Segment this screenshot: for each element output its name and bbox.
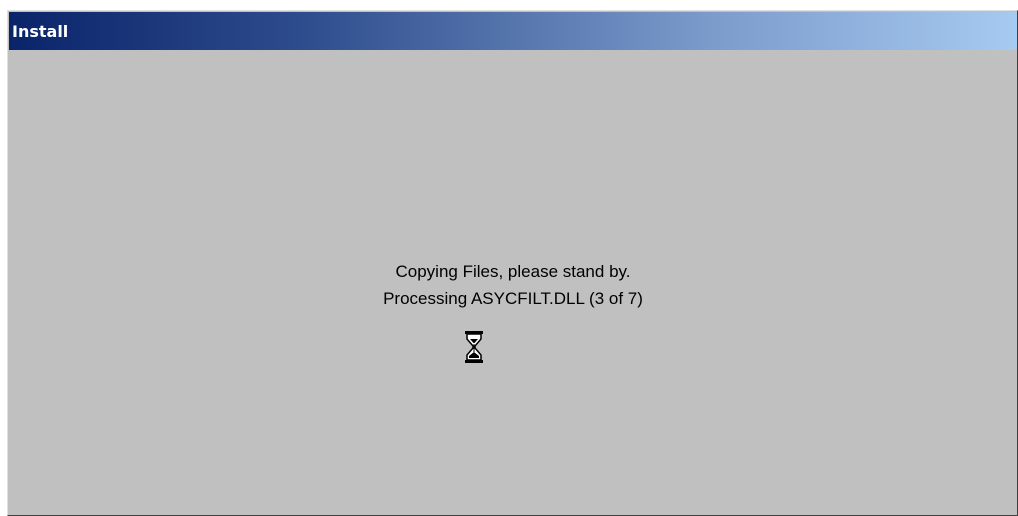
status-line-processing: Processing ASYCFILT.DLL (3 of 7) xyxy=(383,289,643,308)
status-line-copying: Copying Files, please stand by. xyxy=(395,262,631,281)
install-content-area: Copying Files, please stand by. Processi… xyxy=(9,50,1017,515)
install-window: Install Copying Files, please stand by. … xyxy=(7,10,1018,516)
hourglass-icon xyxy=(465,331,483,363)
window-title: Install xyxy=(12,21,69,41)
status-message: Copying Files, please stand by. Processi… xyxy=(9,258,1017,312)
title-bar[interactable]: Install xyxy=(9,12,1017,50)
